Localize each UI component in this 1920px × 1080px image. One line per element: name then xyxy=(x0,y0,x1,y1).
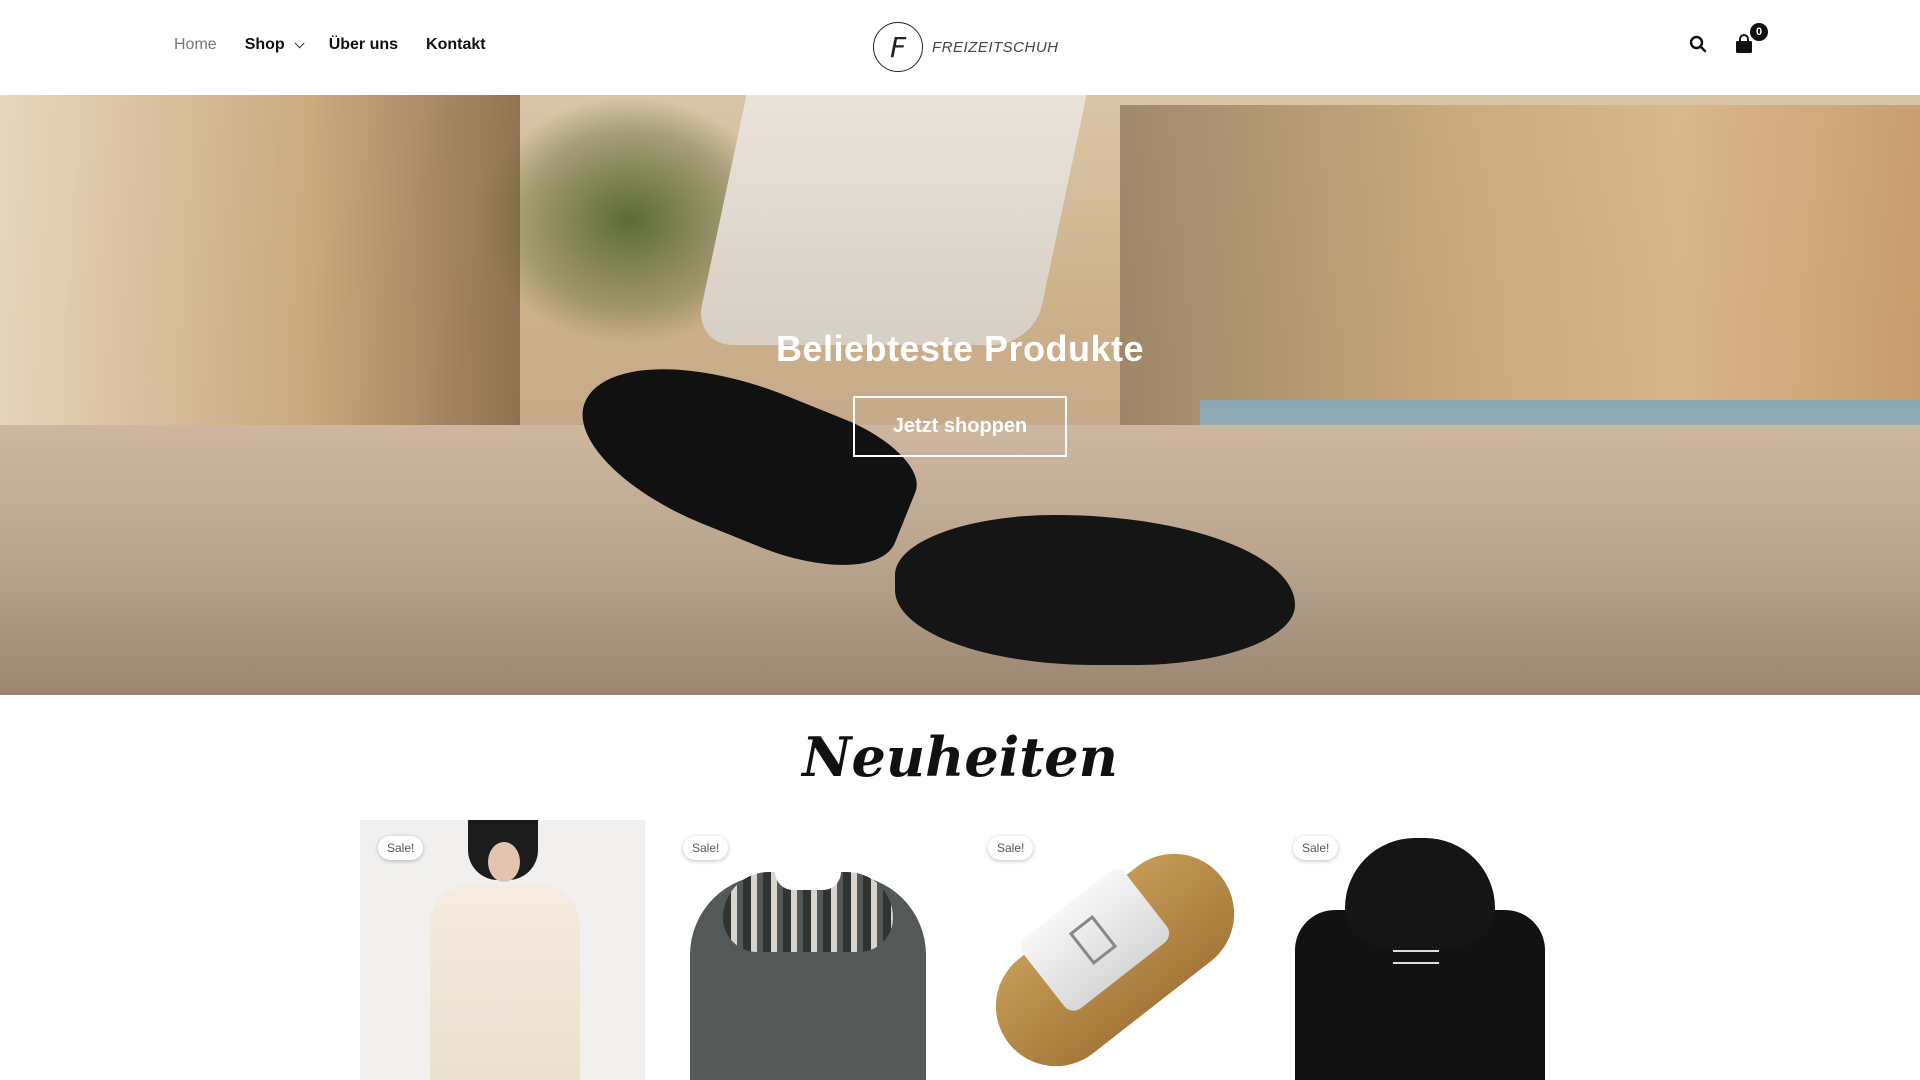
section-title-new: Neuheiten xyxy=(802,725,1118,789)
main-nav: Home Shop Über uns Kontakt xyxy=(174,36,514,54)
hero-title: Beliebteste Produkte xyxy=(775,328,1145,369)
logo-mark: F xyxy=(873,22,923,72)
nav-shop[interactable]: Shop xyxy=(244,36,305,54)
sweater-dress-shape xyxy=(430,885,580,1080)
shop-now-button[interactable]: Jetzt shoppen xyxy=(853,396,1067,457)
nav-shop-label: Shop xyxy=(244,36,285,53)
header-actions: 0 xyxy=(1686,23,1768,56)
hero-banner: Beliebteste Produkte Jetzt shoppen xyxy=(0,95,1920,695)
search-icon xyxy=(1689,35,1707,53)
hero-background-buildings-left xyxy=(0,95,520,435)
product-card[interactable]: Sale! xyxy=(1275,820,1560,1080)
hero-background-buildings-right xyxy=(1120,105,1920,435)
cart-button[interactable]: 0 xyxy=(1732,23,1768,56)
sweater-collar xyxy=(775,872,841,890)
hoodie-hood xyxy=(1345,838,1495,948)
hero-model-trousers xyxy=(693,95,1087,345)
chevron-down-icon xyxy=(294,37,305,48)
nav-about[interactable]: Über uns xyxy=(329,36,398,54)
product-card[interactable]: Sale! xyxy=(665,820,950,1080)
hoodie-print xyxy=(1393,950,1439,964)
sale-badge: Sale! xyxy=(683,836,729,860)
product-card[interactable]: Sale! xyxy=(360,820,645,1080)
sale-badge: Sale! xyxy=(988,836,1034,860)
model-face xyxy=(488,842,520,882)
nav-home[interactable]: Home xyxy=(174,36,217,54)
product-card[interactable]: Sale! xyxy=(970,820,1255,1080)
logo-text: FREIZEITSCHUH xyxy=(932,38,1059,56)
product-grid: Sale! Sale! Sale! Sale! xyxy=(360,820,1560,1080)
search-button[interactable] xyxy=(1686,32,1710,56)
nav-contact[interactable]: Kontakt xyxy=(426,36,486,54)
sale-badge: Sale! xyxy=(378,836,424,860)
cart-count-badge: 0 xyxy=(1750,23,1768,41)
sale-badge: Sale! xyxy=(1293,836,1339,860)
site-logo[interactable]: F FREIZEITSCHUH xyxy=(873,22,1059,72)
site-header: Home Shop Über uns Kontakt F FREIZEITSCH… xyxy=(0,0,1920,95)
